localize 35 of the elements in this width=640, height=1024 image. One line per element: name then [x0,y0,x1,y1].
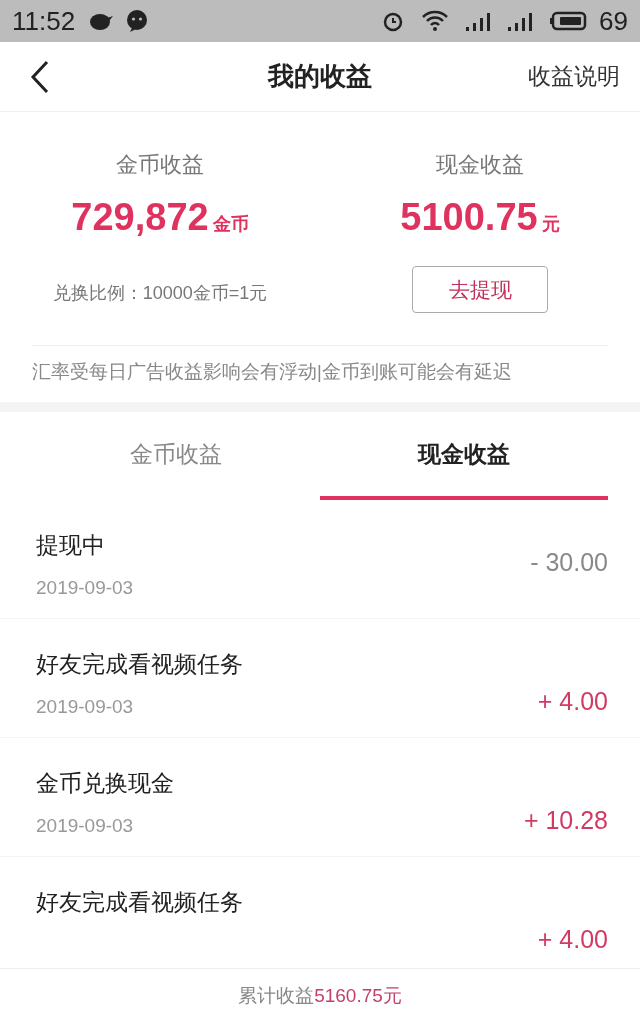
record-amount: + 4.00 [537,923,608,955]
record-date: 2019-09-03 [36,695,135,720]
earnings-unit: 元 [541,213,560,236]
record-amount: - 30.00 [530,546,608,578]
battery-icon [549,11,588,31]
record-amount: + 4.00 [537,685,608,717]
withdraw-button[interactable]: 去提现 [412,266,548,313]
tab[interactable]: 金币收益 [32,411,320,500]
earnings-label: 金币收益 [116,151,204,179]
record-date: 2019-09-03 [36,576,134,601]
record-title: 好友完成看视频任务 [36,649,243,679]
record-amount: + 10.28 [523,804,608,836]
battery-level: 69 [599,4,628,38]
total-amount: 5160.75元 [314,984,402,1009]
record-title: 提现中 [36,530,106,560]
chat-icon [125,9,150,33]
earnings-label: 现金收益 [436,151,524,179]
bird-icon [87,11,114,31]
record-date: 2019-09-03 [36,814,135,839]
page-title: 我的收益 [268,60,372,93]
earnings-value: 729,872 [71,195,209,240]
earnings-info-link[interactable]: 收益说明 [528,59,620,94]
signal-icon [465,10,492,32]
back-icon [30,59,50,94]
total-label: 累计收益 [238,984,315,1009]
wifi-icon [421,10,450,32]
tab[interactable]: 现金收益 [320,411,608,500]
notice-text: 汇率受每日广告收益影响会有浮动|金币到账可能会有延迟 [31,360,513,384]
status-time: 11:52 [12,4,76,38]
record-title: 好友完成看视频任务 [36,887,243,917]
record-title: 金币兑换现金 [36,768,174,798]
earnings-unit: 金币 [212,213,249,236]
exchange-rate: 兑换比例：10000金币=1元 [52,282,268,305]
signal-icon [507,10,534,32]
earnings-value: 5100.75 [400,195,538,240]
